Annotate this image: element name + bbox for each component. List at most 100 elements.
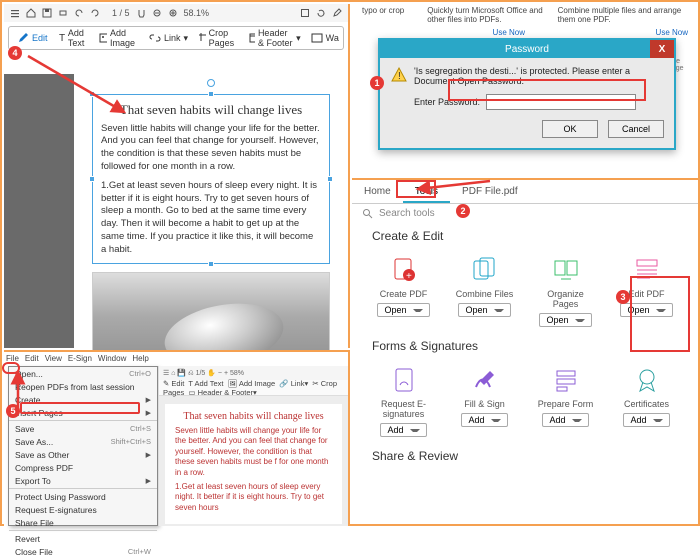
menu-icon[interactable] <box>10 8 20 18</box>
create-pdf-icon: + <box>389 255 419 285</box>
bg-feature-row: typo or crop Quickly turn Microsoft Offi… <box>352 4 698 26</box>
tool-combine-files[interactable]: Combine Files Open <box>453 255 516 327</box>
menu-compress[interactable]: Compress PDF <box>9 461 157 474</box>
zoom-level[interactable]: 58.1% <box>184 8 210 18</box>
menu-esign[interactable]: E-Sign <box>68 354 92 363</box>
tool-add-button[interactable]: Add <box>380 423 426 437</box>
bg-heading: That seven habits will change lives <box>175 410 332 423</box>
menu-close-file[interactable]: Close FileCtrl+W <box>9 545 157 558</box>
dialog-message: 'Is segregation the desti...' is protect… <box>414 66 664 86</box>
resize-handle[interactable] <box>327 176 333 182</box>
tool-open-button[interactable]: Open <box>377 303 429 317</box>
header-footer-button[interactable]: Header & Footer▾ <box>245 26 305 50</box>
hand-icon[interactable] <box>136 8 146 18</box>
file-menu-panel: File Edit View E-Sign Window Help Open..… <box>4 350 350 526</box>
tool-add-button[interactable]: Add <box>623 413 669 427</box>
highlight-box-3 <box>630 276 690 352</box>
menu-share-file[interactable]: Share File <box>9 516 157 529</box>
resize-handle[interactable] <box>89 91 95 97</box>
rotate-handle[interactable] <box>207 79 215 87</box>
tool-organize-pages[interactable]: Organize Pages Open <box>534 255 597 327</box>
menu-request-esign[interactable]: Request E-signatures <box>9 503 157 516</box>
quick-access-toolbar: 1 / 5 58.1% <box>4 4 348 22</box>
edit-toolbar: Edit TAdd Text Add Image Link▾ Crop Page… <box>8 26 344 50</box>
bg-para-1: Seven little habits will change your lif… <box>175 426 332 478</box>
rotate-icon[interactable] <box>316 8 326 18</box>
tool-certificates[interactable]: Certificates Add <box>615 365 678 437</box>
doc-paragraph-2: 1.Get at least seven hours of sleep ever… <box>101 180 321 257</box>
warning-icon: ! <box>390 66 408 84</box>
prepare-form-icon <box>551 365 581 395</box>
password-input[interactable] <box>486 94 636 110</box>
tool-open-button[interactable]: Open <box>458 303 510 317</box>
tool-add-button[interactable]: Add <box>461 413 507 427</box>
svg-text:!: ! <box>398 71 401 82</box>
menu-window[interactable]: Window <box>98 354 126 363</box>
tool-prepare-form[interactable]: Prepare Form Add <box>534 365 597 437</box>
step-marker-2: 2 <box>456 204 470 218</box>
tools-panel: Home Tools PDF File.pdf Search tools 2 C… <box>352 182 698 524</box>
menu-view[interactable]: View <box>45 354 62 363</box>
ok-button[interactable]: OK <box>542 120 598 138</box>
step-marker-3: 3 <box>616 290 630 304</box>
menu-save[interactable]: SaveCtrl+S <box>9 422 157 435</box>
search-placeholder: Search tools <box>379 208 435 219</box>
annotation-arrow-5 <box>8 368 38 408</box>
menu-bar: File Edit View E-Sign Window Help <box>6 354 149 363</box>
menu-save-other[interactable]: Save as Other▶ <box>9 448 157 461</box>
certificates-icon <box>632 365 662 395</box>
watermark-button[interactable]: Wa <box>307 30 343 46</box>
undo-icon[interactable] <box>74 8 84 18</box>
search-icon <box>362 208 373 219</box>
tool-create-pdf[interactable]: + Create PDF Open <box>372 255 435 327</box>
doc-heading: That seven habits will change lives <box>101 101 321 119</box>
bg-text-3: Combine multiple files and arrange them … <box>558 6 688 24</box>
use-now-link-1[interactable]: Use Now <box>493 28 525 37</box>
resize-handle[interactable] <box>208 261 214 267</box>
fit-icon[interactable] <box>300 8 310 18</box>
selected-text-box[interactable]: That seven habits will change lives Seve… <box>92 94 330 264</box>
menu-edit[interactable]: Edit <box>25 354 39 363</box>
bg-text-2: Quickly turn Microsoft Office and other … <box>427 6 557 24</box>
highlight-box-5 <box>20 402 140 414</box>
save-icon[interactable] <box>42 8 52 18</box>
menu-export[interactable]: Export To▶ <box>9 474 157 487</box>
dialog-close-button[interactable]: X <box>650 40 674 58</box>
document-gutter <box>4 74 74 348</box>
menu-save-as[interactable]: Save As...Shift+Ctrl+S <box>9 435 157 448</box>
tool-fill-sign[interactable]: Fill & Sign Add <box>453 365 516 437</box>
svg-text:T: T <box>59 33 65 44</box>
toolbar2: ✎ Edit T Add Text 🖼 Add Image 🔗 Link▾ ✂ … <box>159 380 348 396</box>
page-indicator: 1 / 5 <box>112 8 130 18</box>
fill-sign-icon <box>470 365 500 395</box>
resize-handle[interactable] <box>89 176 95 182</box>
zoom-out-icon[interactable] <box>152 8 162 18</box>
document-page[interactable]: That seven habits will change lives Seve… <box>74 74 348 348</box>
menu-help[interactable]: Help <box>132 354 148 363</box>
cancel-button[interactable]: Cancel <box>608 120 664 138</box>
combine-files-icon <box>470 255 500 285</box>
link-button[interactable]: Link▾ <box>145 30 192 46</box>
tool-add-button[interactable]: Add <box>542 413 588 427</box>
tool-request-esign[interactable]: Request E-signatures Add <box>372 365 435 437</box>
request-esign-icon <box>389 365 419 395</box>
redo-icon[interactable] <box>90 8 100 18</box>
edit-icon[interactable] <box>332 8 342 18</box>
menu-revert[interactable]: Revert <box>9 532 157 545</box>
svg-text:+: + <box>406 271 412 282</box>
dialog-title: Password X <box>380 40 674 58</box>
menu-protect[interactable]: Protect Using Password <box>9 490 157 503</box>
edit-button[interactable]: Edit <box>13 30 52 46</box>
crop-pages-button[interactable]: Crop Pages <box>194 26 243 50</box>
add-image-button[interactable]: Add Image <box>95 26 143 50</box>
home-icon[interactable] <box>26 8 36 18</box>
print-icon[interactable] <box>58 8 68 18</box>
bg-page: That seven habits will change lives Seve… <box>165 404 342 524</box>
step-marker-4: 4 <box>8 46 22 60</box>
use-now-link-2[interactable]: Use Now <box>656 28 688 37</box>
add-text-button[interactable]: TAdd Text <box>54 26 94 50</box>
zoom-in-icon[interactable] <box>168 8 178 18</box>
resize-handle[interactable] <box>208 91 214 97</box>
tool-open-button[interactable]: Open <box>539 313 591 327</box>
search-tools[interactable]: Search tools <box>352 204 698 223</box>
